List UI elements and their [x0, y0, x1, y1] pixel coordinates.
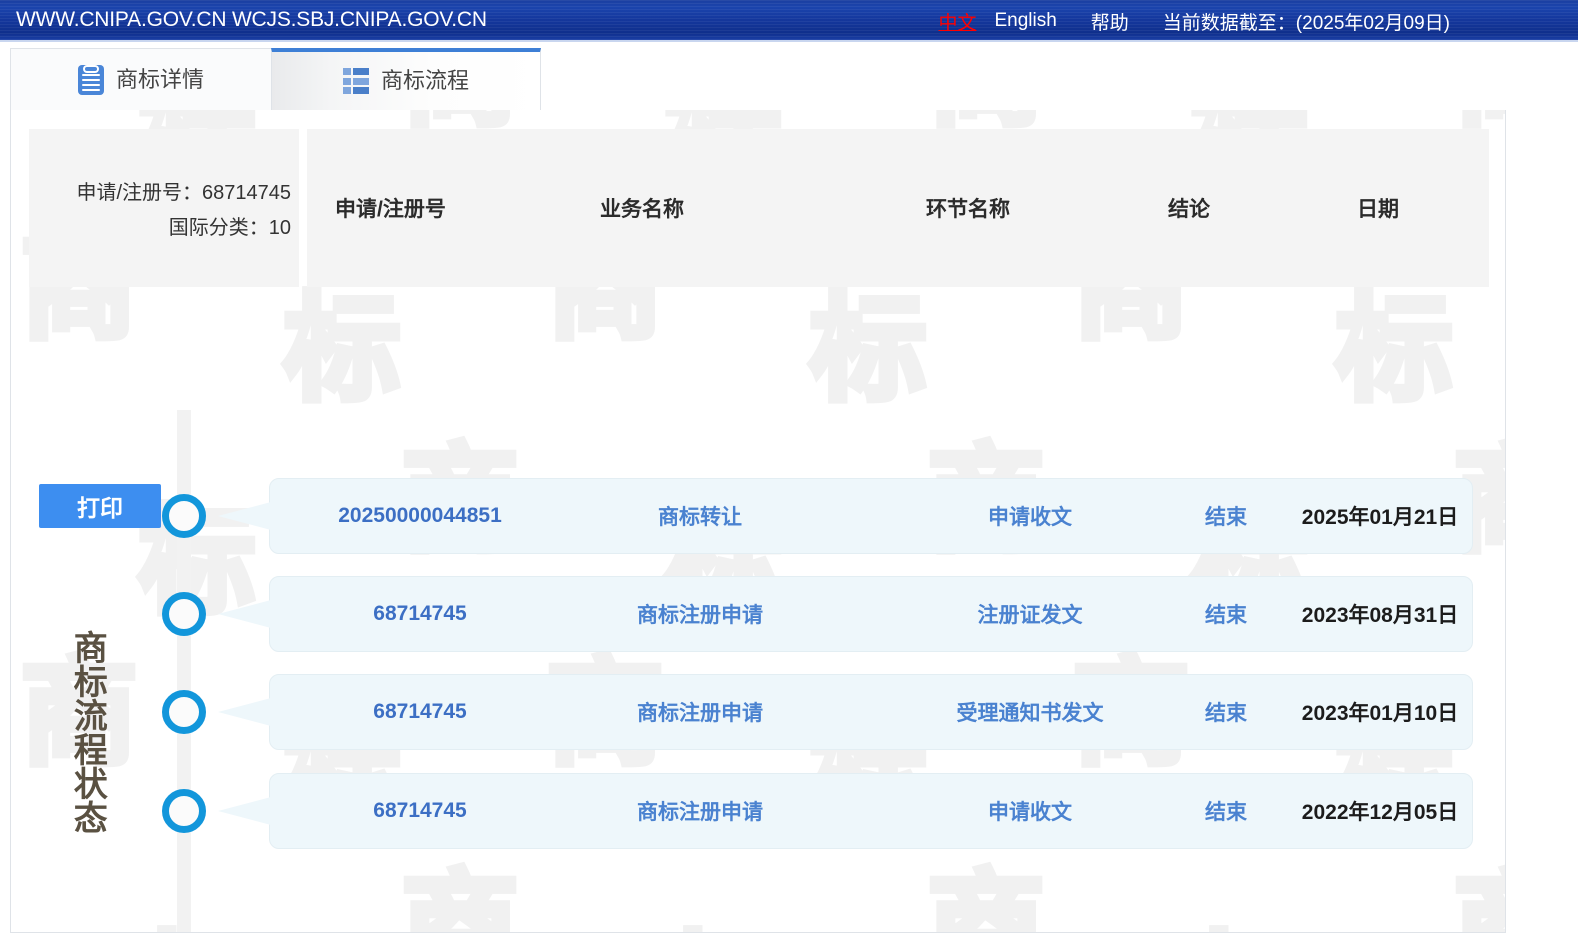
language-english-link[interactable]: English: [994, 10, 1056, 32]
language-chinese-link[interactable]: 中文: [938, 8, 976, 35]
cell-date: 2023年08月31日: [1280, 599, 1480, 629]
data-asof-text: 当前数据截至：(2025年02月09日): [1163, 8, 1450, 35]
table-row[interactable]: 68714745商标注册申请受理通知书发文结束2023年01月10日: [269, 674, 1473, 750]
table-row[interactable]: 20250000044851商标转让申请收文结束2025年01月21日: [269, 478, 1473, 554]
cell-date: 2025年01月21日: [1280, 501, 1480, 531]
row-pointer-tail: [218, 502, 271, 530]
cell-registration-number[interactable]: 68714745: [310, 602, 530, 626]
timeline-node: [162, 592, 206, 636]
document-icon: [78, 65, 104, 95]
cell-registration-number[interactable]: 20250000044851: [310, 504, 530, 528]
page-body: 商标商标商标商标商标商标商标商标商标商标商标商标商标商标商标商标商标商标商标商标…: [0, 110, 1578, 933]
cell-date: 2022年12月05日: [1280, 796, 1480, 826]
tab-trademark-details[interactable]: 商标详情: [10, 48, 272, 110]
row-pointer-tail: [218, 600, 271, 628]
row-pointer-tail: [218, 698, 271, 726]
table-row[interactable]: 68714745商标注册申请申请收文结束2022年12月05日: [269, 773, 1473, 849]
cell-conclusion[interactable]: 结束: [1166, 796, 1286, 826]
site-url-text: WWW.CNIPA.GOV.CN WCJS.SBJ.CNIPA.GOV.CN: [0, 8, 487, 32]
print-button[interactable]: 打印: [39, 484, 161, 528]
tab-trademark-process-label: 商标流程: [381, 70, 469, 92]
timeline-node: [162, 789, 206, 833]
cell-stage-name[interactable]: 受理通知书发文: [910, 697, 1150, 727]
cell-business-name[interactable]: 商标转让: [570, 501, 830, 531]
cell-stage-name[interactable]: 申请收文: [910, 501, 1150, 531]
grid-icon: [343, 68, 369, 94]
cell-date: 2023年01月10日: [1280, 697, 1480, 727]
process-rows: 20250000044851商标转让申请收文结束2025年01月21日68714…: [11, 110, 1505, 932]
tab-bar: 商标详情 商标流程: [0, 42, 1578, 110]
tab-trademark-details-label: 商标详情: [116, 69, 204, 91]
row-pointer-tail: [218, 797, 271, 825]
tab-trademark-process[interactable]: 商标流程: [271, 48, 541, 110]
cell-registration-number[interactable]: 68714745: [310, 700, 530, 724]
cell-conclusion[interactable]: 结束: [1166, 697, 1286, 727]
cell-conclusion[interactable]: 结束: [1166, 501, 1286, 531]
content-panel: 商标商标商标商标商标商标商标商标商标商标商标商标商标商标商标商标商标商标商标商标…: [10, 110, 1506, 933]
cell-business-name[interactable]: 商标注册申请: [570, 697, 830, 727]
timeline-node: [162, 690, 206, 734]
cell-business-name[interactable]: 商标注册申请: [570, 796, 830, 826]
cell-stage-name[interactable]: 申请收文: [910, 796, 1150, 826]
header-links: 中文 English 帮助 当前数据截至：(2025年02月09日): [938, 0, 1450, 42]
top-header-bar: WWW.CNIPA.GOV.CN WCJS.SBJ.CNIPA.GOV.CN 中…: [0, 0, 1578, 42]
help-link[interactable]: 帮助: [1091, 8, 1129, 35]
table-row[interactable]: 68714745商标注册申请注册证发文结束2023年08月31日: [269, 576, 1473, 652]
cell-registration-number[interactable]: 68714745: [310, 799, 530, 823]
cell-stage-name[interactable]: 注册证发文: [910, 599, 1150, 629]
cell-business-name[interactable]: 商标注册申请: [570, 599, 830, 629]
cell-conclusion[interactable]: 结束: [1166, 599, 1286, 629]
timeline-node: [162, 494, 206, 538]
